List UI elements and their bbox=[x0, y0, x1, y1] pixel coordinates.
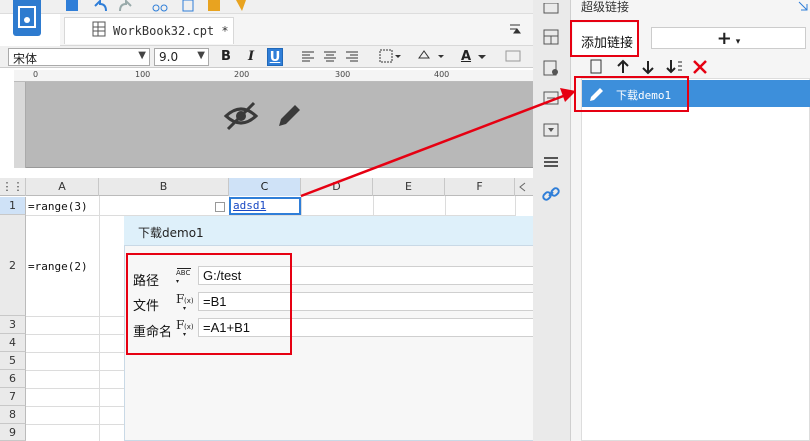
annotation-arrow bbox=[300, 88, 576, 198]
app-window: WorkBook32.cpt * 宋体 ▼ 9.0 ▼ B I U A 0 10… bbox=[0, 0, 810, 441]
